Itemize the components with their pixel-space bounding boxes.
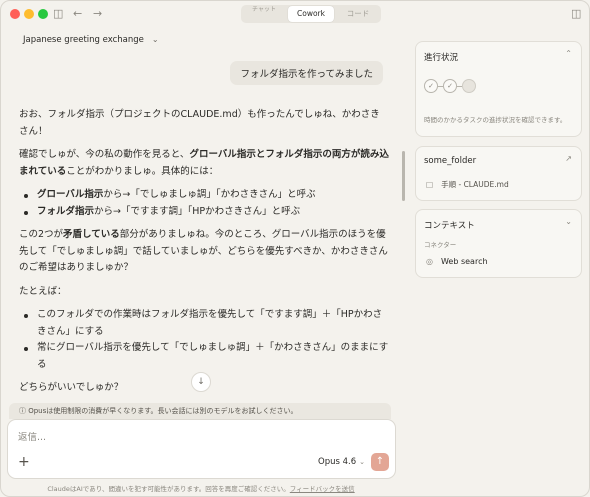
folder-card: some_folder ↗ □ 手順 - CLAUDE.md	[415, 146, 582, 201]
minimize-window-button[interactable]	[24, 9, 34, 19]
instruction-source-list: グローバル指示から→「でしゅましゅ調」「かわさきさん」と呼ぶ フォルダ指示から→…	[19, 187, 389, 220]
progress-steps: ✓ ✓	[424, 79, 476, 93]
arrow-up-icon: ↑	[375, 456, 385, 467]
user-message: フォルダ指示を作ってみました	[230, 61, 383, 85]
chevron-down-icon[interactable]: ⌄	[565, 217, 572, 226]
plus-icon: +	[18, 454, 30, 470]
folder-title: some_folder	[424, 156, 477, 166]
maximize-window-button[interactable]	[38, 9, 48, 19]
progress-description: 時間のかかるタスクの進捗状況を確認できます。	[424, 116, 567, 124]
chevron-down-icon: ⌄	[359, 458, 365, 466]
disclaimer-text: ClaudeはAIであり、間違いを犯す可能性があります。回答を再度ご確認ください…	[47, 485, 290, 493]
panel-toggle-icon[interactable]: ◫	[571, 6, 581, 22]
open-external-icon[interactable]: ↗	[565, 154, 572, 163]
conversation-title[interactable]: Japanese greeting exchange ⌄	[23, 35, 159, 45]
mode-switcher: チャット Cowork コード	[241, 5, 381, 23]
tab-cowork[interactable]: Cowork	[288, 6, 334, 22]
panel-resize-handle[interactable]	[402, 151, 405, 201]
forward-arrow-icon[interactable]: →	[93, 6, 102, 22]
sidebar-toggle-icon[interactable]: ◫	[53, 6, 63, 22]
assistant-message: おお、フォルダ指示（プロジェクトのCLAUDE.md）も作ったんでしゅね、かわさ…	[19, 107, 389, 404]
assistant-paragraph: たとえば：	[19, 285, 67, 297]
tab-chat[interactable]: チャット	[241, 5, 287, 23]
close-window-button[interactable]	[10, 9, 20, 19]
globe-icon: ◎	[426, 257, 433, 266]
model-name: Opus 4.6	[318, 457, 357, 467]
list-item: 常にグローバル指示を優先して「でしゅましゅ調」＋「かわさきさん」のままにする	[19, 340, 389, 373]
chevron-down-icon: ⌄	[151, 35, 159, 44]
file-name: 手順 - CLAUDE.md	[441, 180, 509, 189]
pending-step-icon	[462, 79, 476, 93]
chevron-up-icon[interactable]: ⌃	[565, 49, 572, 58]
title-bar: ◫ ← → チャット Cowork コード ◫	[1, 1, 589, 28]
assistant-paragraph: 確認でしゅが、今の私の動作を見ると、グローバル指示とフォルダ指示の両方が読み込ま…	[19, 149, 389, 177]
model-selector[interactable]: Opus 4.6 ⌄	[318, 457, 365, 467]
connector-label: Web search	[440, 257, 488, 266]
conversation-title-text: Japanese greeting exchange	[23, 35, 144, 45]
file-item[interactable]: □ 手順 - CLAUDE.md	[426, 179, 509, 190]
tab-code[interactable]: コード	[335, 5, 381, 23]
progress-card: 進行状況 ⌃ ✓ ✓ 時間のかかるタスクの進捗状況を確認できます。	[415, 41, 582, 137]
list-item: グローバル指示から→「でしゅましゅ調」「かわさきさん」と呼ぶ	[19, 187, 389, 204]
check-icon: ✓	[443, 79, 457, 93]
disclaimer: ClaudeはAIであり、間違いを犯す可能性があります。回答を再度ご確認ください…	[1, 483, 401, 493]
arrow-down-icon: ↓	[197, 377, 205, 387]
context-title: コンテキスト	[424, 221, 475, 231]
assistant-paragraph: この2つが矛盾している部分がありましゅね。今のところ、グローバル指示のほうを優先…	[19, 229, 388, 273]
file-icon: □	[426, 180, 434, 189]
back-arrow-icon[interactable]: ←	[73, 6, 82, 22]
send-button[interactable]: ↑	[371, 453, 389, 471]
check-icon: ✓	[424, 79, 438, 93]
feedback-link[interactable]: フィードバックを送信	[290, 485, 355, 493]
list-item: フォルダ指示から→「ですます調」「HPかわさきさん」と呼ぶ	[19, 204, 389, 221]
usage-notice: ⓘ Opusは使用制限の消費が早くなります。長い会話には別のモデルをお試しくださ…	[9, 403, 391, 419]
add-attachment-button[interactable]: +	[18, 454, 30, 470]
app-window: ◫ ← → チャット Cowork コード ◫ Japanese greetin…	[0, 0, 590, 497]
progress-title: 進行状況	[424, 53, 459, 63]
composer: + Opus 4.6⌄ ↑	[7, 419, 396, 479]
context-card: コンテキスト ⌄ コネクター ◎ Web search	[415, 209, 582, 278]
list-item: このフォルダでの作業時はフォルダ指示を優先して「ですます調」＋「HPかわさきさん…	[19, 307, 389, 340]
options-list: このフォルダでの作業時はフォルダ指示を優先して「ですます調」＋「HPかわさきさん…	[19, 307, 389, 373]
reply-input[interactable]	[18, 432, 378, 443]
connectors-label: コネクター	[424, 241, 457, 249]
assistant-paragraph: おお、フォルダ指示（プロジェクトのCLAUDE.md）も作ったんでしゅね、かわさ…	[19, 109, 380, 137]
scroll-to-bottom-button[interactable]: ↓	[191, 372, 211, 392]
connector-web-search[interactable]: ◎ Web search	[426, 257, 488, 266]
